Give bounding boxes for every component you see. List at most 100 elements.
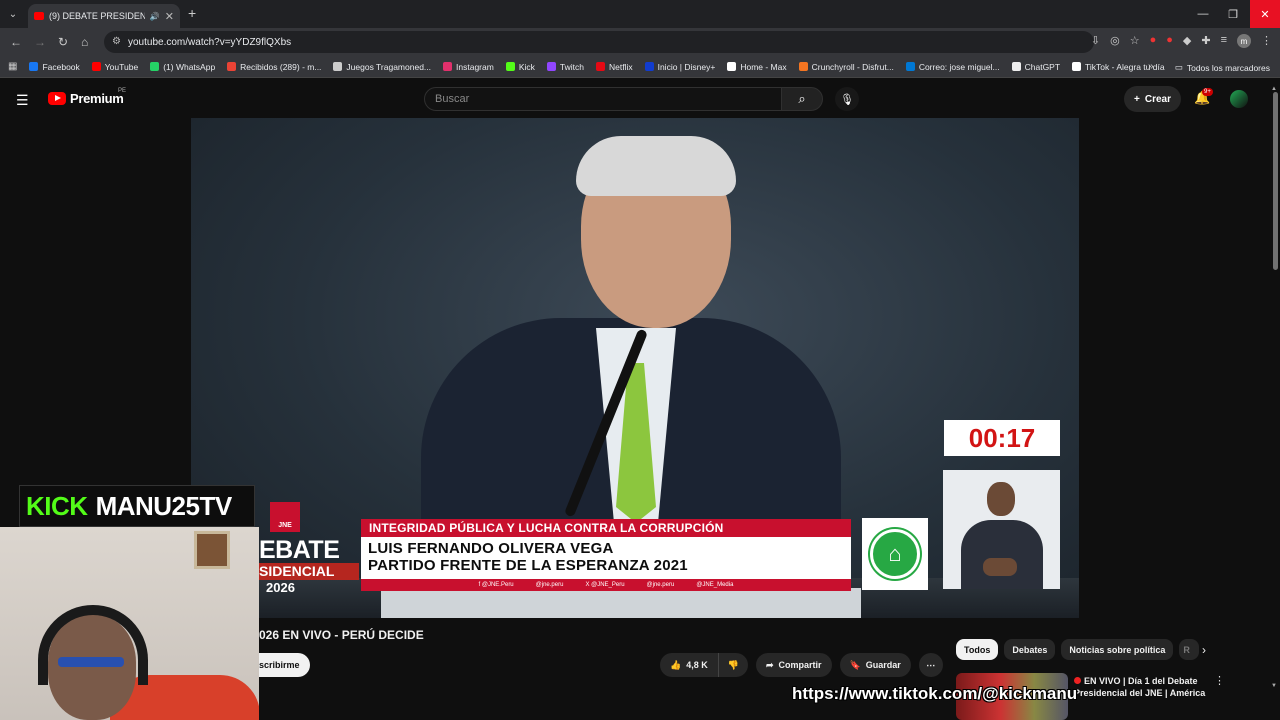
bookmark-icon: 🔖 — [849, 659, 861, 670]
apps-grid-icon[interactable]: ▦ — [8, 61, 17, 72]
browser-toolbar: ← → ↻ ⌂ ⚙ youtube.com/watch?v=yYDZ9flQXb… — [0, 28, 1280, 56]
related-video-title[interactable]: EN VIVO | Día 1 del Debate Presidencial … — [1074, 675, 1206, 699]
like-button[interactable]: 👍 4,8 K — [660, 653, 719, 677]
search-icon: ⌕ — [798, 91, 806, 106]
bookmark-item[interactable]: Juegos Tragamoned... — [333, 62, 431, 72]
bookmark-label: Instagram — [456, 61, 494, 72]
youtube-play-icon — [48, 92, 66, 105]
interpreter-hands — [983, 558, 1017, 576]
bookmark-item[interactable]: ChatGPT — [1011, 61, 1061, 72]
scroll-up-icon[interactable]: ▲ — [1271, 86, 1277, 92]
home-icon[interactable]: ⌂ — [81, 35, 88, 49]
bookmark-item[interactable]: (1) WhatsApp — [150, 62, 215, 72]
bookmark-label: YouTube — [104, 61, 139, 72]
shield-icon[interactable]: ◆ — [1183, 34, 1191, 48]
address-bar[interactable]: ⚙ youtube.com/watch?v=yYDZ9flQXbs — [104, 31, 1094, 53]
jne-logo: JNE — [270, 502, 300, 532]
restore-icon[interactable]: ❐ — [1218, 0, 1248, 28]
url-text: youtube.com/watch?v=yYDZ9flQXbs — [128, 36, 292, 48]
candidate-lower-third: LUIS FERNANDO OLIVERA VEGA PARTIDO FRENT… — [361, 537, 851, 579]
new-tab-icon[interactable]: + — [188, 5, 196, 21]
reload-icon[interactable]: ↻ — [58, 35, 68, 49]
minimize-icon[interactable]: — — [1188, 0, 1218, 28]
broom-icon: ⌂ — [870, 529, 920, 579]
interpreter-body — [961, 520, 1043, 589]
bookmark-favicon-icon — [727, 62, 737, 71]
browser-menu-icon[interactable]: ⋮ — [1261, 34, 1272, 48]
scroll-down-icon[interactable]: ▼ — [1271, 683, 1277, 689]
youtube-logo[interactable]: Premium PE — [48, 88, 126, 106]
voice-search-button[interactable]: 🎙 — [835, 87, 859, 111]
chip-debates[interactable]: Debates — [1004, 639, 1056, 660]
bookmark-label: Twitch — [559, 61, 584, 72]
bookmark-item[interactable]: Inicio | Disney+ — [644, 61, 716, 72]
save-button[interactable]: 🔖 Guardar — [839, 653, 911, 677]
bookmark-item[interactable]: Netflix — [595, 61, 633, 72]
chip-partial[interactable]: R — [1179, 639, 1200, 660]
bookmark-item[interactable]: Twitch — [546, 61, 584, 72]
more-horizontal-icon: ⋯ — [926, 659, 936, 670]
extension-record-icon[interactable]: ● — [1166, 34, 1173, 48]
thumbs-down-icon: 👎 — [727, 659, 739, 670]
extension-red-icon[interactable]: ● — [1150, 34, 1157, 48]
bookmark-favicon-icon — [1072, 62, 1082, 71]
install-app-icon[interactable]: ⇩ — [1091, 34, 1100, 48]
like-count: 4,8 K — [686, 660, 708, 670]
chip-noticias[interactable]: Noticias sobre política — [1061, 639, 1174, 660]
podium — [381, 588, 861, 618]
bookmark-label: (1) WhatsApp — [163, 61, 216, 72]
more-bookmarks-icon[interactable]: » — [1148, 61, 1154, 72]
back-icon[interactable]: ← — [10, 35, 22, 49]
reading-list-icon[interactable]: ≡ — [1221, 34, 1227, 48]
toolbar-icons: ⇩ ◎ ☆ ● ● ◆ ✚ ≡ m ⋮ — [1091, 34, 1272, 48]
bookmark-item[interactable]: Home - Max — [727, 62, 787, 72]
search-button[interactable]: ⌕ — [781, 87, 823, 111]
extensions-puzzle-icon[interactable]: ✚ — [1201, 34, 1210, 48]
menu-hamburger-icon[interactable]: ☰ — [16, 92, 29, 109]
bookmark-label: Inicio | Disney+ — [657, 61, 716, 72]
chevron-right-icon[interactable]: › — [1202, 643, 1206, 657]
chip-todos[interactable]: Todos — [956, 639, 999, 660]
bookmark-label: ChatGPT — [1024, 61, 1061, 72]
forward-icon[interactable]: → — [34, 35, 46, 49]
social-handle: X @JNE_Peru — [585, 582, 625, 588]
glasses — [58, 657, 124, 667]
bookmarks-bar: ▦ Facebook YouTube (1) WhatsApp Recibidos (… — [0, 56, 1280, 78]
bookmark-item[interactable]: Instagram — [443, 62, 494, 72]
party-logo: ⌂ — [862, 518, 928, 590]
bookmark-label: Facebook — [42, 61, 80, 72]
share-button[interactable]: ➦ Compartir — [755, 653, 832, 677]
share-icon: ➦ — [765, 659, 774, 670]
related-more-icon[interactable]: ⋮ — [1214, 674, 1225, 687]
tab-close-icon[interactable]: ✕ — [165, 10, 174, 23]
audio-playing-icon[interactable]: 🔊 — [150, 12, 160, 21]
bookmark-item[interactable]: YouTube — [91, 61, 139, 72]
subscribe-button[interactable]: scribirme — [259, 653, 310, 677]
page-scrollbar[interactable] — [1270, 86, 1280, 720]
eye-off-icon[interactable]: ◎ — [1110, 34, 1120, 48]
wall-picture — [194, 531, 230, 569]
profile-avatar[interactable]: m — [1237, 34, 1251, 48]
browser-tab-active[interactable]: (9) DEBATE PRESIDENCIAL 🔊 ✕ — [28, 4, 180, 28]
bookmark-label: Netflix — [608, 61, 633, 72]
account-avatar[interactable] — [1230, 90, 1248, 108]
search-input[interactable]: Buscar — [424, 87, 782, 111]
tab-search-icon[interactable]: ⌄ — [4, 5, 22, 23]
more-actions-button[interactable]: ⋯ — [918, 653, 943, 677]
all-bookmarks[interactable]: ▭ Todos los marcadores — [1175, 62, 1270, 73]
site-info-icon[interactable]: ⚙ — [112, 36, 121, 47]
bookmark-item[interactable]: Crunchyroll - Disfrut... — [798, 62, 894, 72]
dislike-button[interactable]: 👎 — [718, 653, 748, 677]
create-button[interactable]: + Crear — [1124, 86, 1181, 112]
like-dislike-group: 👍 4,8 K 👎 — [660, 653, 748, 677]
bookmark-item[interactable]: Kick — [505, 62, 535, 72]
bookmark-item[interactable]: Correo: jose miguel... — [905, 62, 1000, 72]
scrollbar-thumb[interactable] — [1273, 92, 1278, 270]
bookmark-item[interactable]: Recibidos (289) - m... — [227, 62, 321, 72]
close-window-icon[interactable]: ✕ — [1250, 0, 1280, 28]
bookmark-item[interactable]: Facebook — [29, 61, 80, 72]
kick-channel-banner: KICK MANU25TV — [19, 485, 255, 527]
bookmark-favicon-icon — [905, 62, 915, 71]
bookmark-star-icon[interactable]: ☆ — [1130, 34, 1140, 48]
bookmark-label: Juegos Tragamoned... — [346, 61, 432, 72]
